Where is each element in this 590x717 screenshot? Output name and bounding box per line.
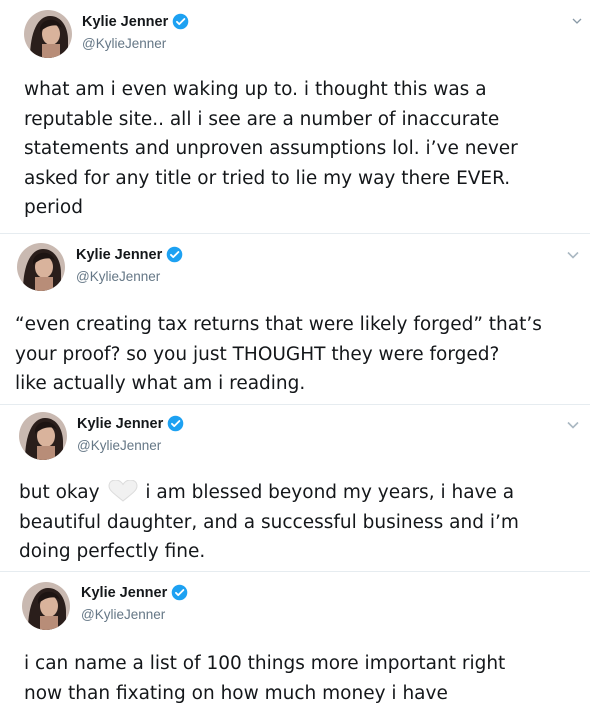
author-name[interactable]: Kylie Jenner	[81, 585, 167, 601]
verified-badge-icon	[171, 584, 188, 601]
tweet-text: but okay i am blessed beyond my years, i…	[19, 478, 584, 567]
verified-badge-icon	[172, 13, 189, 30]
author-handle[interactable]: @KylieJenner	[81, 607, 165, 622]
chevron-down-icon[interactable]	[572, 17, 586, 27]
tweet-1: Kylie Jenner @KylieJenner what am i even…	[0, 0, 590, 232]
tweet-3: Kylie Jenner @KylieJenner but okay i am …	[0, 405, 590, 570]
avatar[interactable]	[19, 412, 67, 460]
tweet-2: Kylie Jenner @KylieJenner “even creating…	[0, 234, 590, 404]
author-handle[interactable]: @KylieJenner	[82, 36, 166, 51]
author-name[interactable]: Kylie Jenner	[82, 14, 168, 30]
author-handle[interactable]: @KylieJenner	[77, 438, 161, 453]
verified-badge-icon	[167, 415, 184, 432]
white-heart-icon	[106, 480, 140, 502]
author-handle[interactable]: @KylieJenner	[76, 269, 160, 284]
chevron-down-icon[interactable]	[566, 250, 580, 260]
verified-badge-icon	[166, 246, 183, 263]
tweet-text-before-emoji: but okay	[19, 482, 100, 503]
author-name[interactable]: Kylie Jenner	[77, 416, 163, 432]
author-name[interactable]: Kylie Jenner	[76, 247, 162, 263]
avatar[interactable]	[24, 10, 72, 58]
chevron-down-icon[interactable]	[566, 420, 580, 430]
tweet-text: i can name a list of 100 things more imp…	[24, 653, 506, 704]
avatar[interactable]	[22, 582, 70, 630]
avatar[interactable]	[17, 243, 65, 291]
tweet-text: “even creating tax returns that were lik…	[15, 314, 542, 394]
tweet-4: Kylie Jenner @KylieJenner i can name a l…	[0, 572, 590, 717]
tweet-text: what am i even waking up to. i thought t…	[24, 79, 518, 218]
